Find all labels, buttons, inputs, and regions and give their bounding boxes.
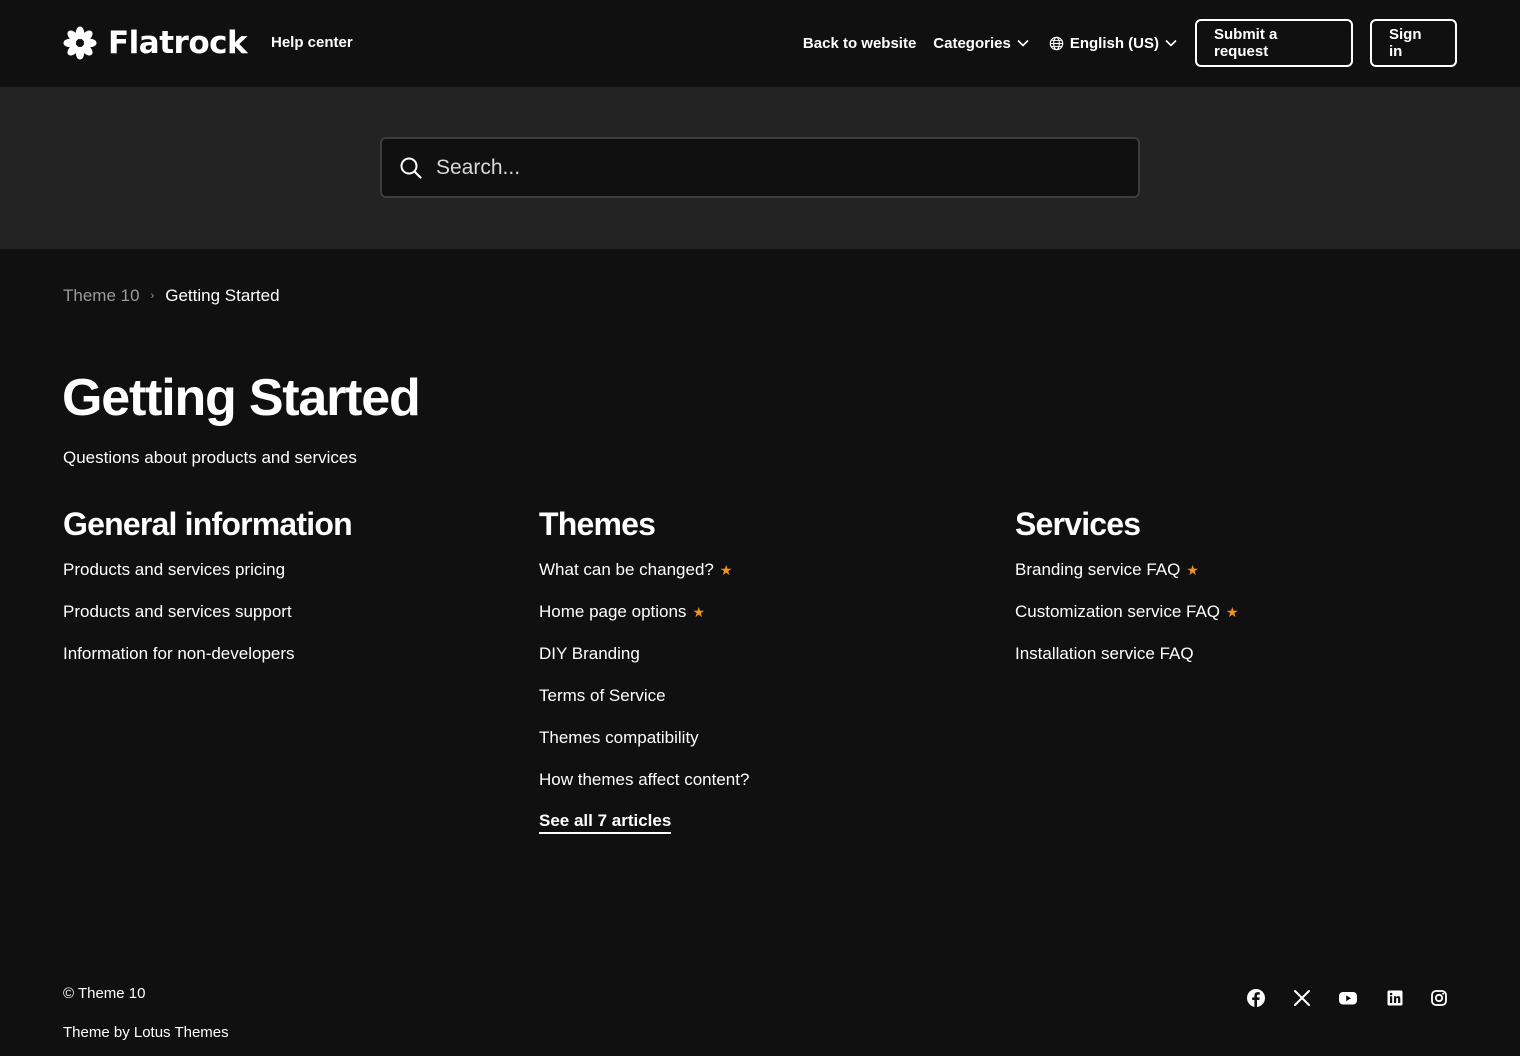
list-item: Terms of Service (539, 685, 979, 727)
section-title[interactable]: General information (63, 505, 503, 543)
theme-credit-link[interactable]: Theme by Lotus Themes (63, 1024, 229, 1041)
list-item: Information for non-developers (63, 643, 503, 685)
article-link[interactable]: Installation service FAQ (1015, 643, 1194, 665)
x-icon (1294, 990, 1310, 1006)
article-link[interactable]: How themes affect content? (539, 769, 749, 791)
chevron-down-icon (1165, 39, 1177, 47)
page-description: Questions about products and services (63, 448, 357, 467)
promoted-star-icon: ★ (1186, 562, 1199, 578)
article-link[interactable]: DIY Branding (539, 643, 640, 665)
copyright-text: © Theme 10 (63, 985, 146, 1002)
youtube-link[interactable] (1338, 988, 1358, 1008)
list-item: Themes compatibility (539, 727, 979, 769)
social-links (1246, 988, 1449, 1008)
header-nav: Back to website Categories English (US) … (803, 17, 1457, 69)
section-title[interactable]: Themes (539, 505, 979, 543)
section-title-link[interactable]: Themes (539, 506, 656, 542)
section-title-link[interactable]: Services (1015, 506, 1141, 542)
promoted-star-icon: ★ (692, 604, 705, 620)
article-list: What can be changed? ★ Home page options ★… (539, 559, 979, 853)
chevron-down-icon (1017, 39, 1029, 47)
list-item: How themes affect content? (539, 769, 979, 811)
article-list: Branding service FAQ ★ Customization serv… (1015, 559, 1455, 685)
search-icon (400, 157, 422, 179)
sign-in-button[interactable]: Sign in (1370, 19, 1457, 67)
article-link[interactable]: Information for non-developers (63, 643, 295, 665)
breadcrumb-separator-icon: › (150, 290, 155, 302)
list-item: Installation service FAQ (1015, 643, 1455, 685)
article-link[interactable]: Themes compatibility (539, 727, 699, 749)
list-item: Products and services pricing (63, 559, 503, 601)
list-item: See all 7 articles (539, 811, 979, 853)
list-item: DIY Branding (539, 643, 979, 685)
article-link[interactable]: Customization service FAQ (1015, 601, 1220, 623)
site-header: Flatrock Help center Back to website Cat… (0, 0, 1520, 87)
categories-label: Categories (933, 34, 1011, 52)
facebook-link[interactable] (1246, 988, 1266, 1008)
section-title[interactable]: Services (1015, 505, 1455, 543)
search-box[interactable] (380, 137, 1140, 198)
article-link[interactable]: Products and services pricing (63, 559, 285, 581)
section-title-link[interactable]: General information (63, 506, 353, 542)
help-center-link[interactable]: Help center (271, 34, 353, 51)
linkedin-link[interactable] (1385, 988, 1405, 1008)
linkedin-icon (1387, 990, 1403, 1006)
section-themes: Themes What can be changed? ★ Home page o… (539, 505, 979, 853)
list-item: Branding service FAQ ★ (1015, 559, 1455, 601)
flatrock-logo-icon (63, 26, 97, 60)
article-link[interactable]: Products and services support (63, 601, 292, 623)
list-item: Products and services support (63, 601, 503, 643)
facebook-icon (1247, 989, 1265, 1007)
list-item: Customization service FAQ ★ (1015, 601, 1455, 643)
search-band (0, 87, 1520, 249)
x-link[interactable] (1292, 988, 1312, 1008)
page-title: Getting Started (62, 369, 421, 427)
promoted-star-icon: ★ (719, 562, 733, 578)
promoted-star-icon: ★ (1226, 604, 1239, 620)
see-all-articles-link[interactable]: See all 7 articles (539, 811, 672, 834)
article-list: Products and services pricing Products a… (63, 559, 503, 685)
back-to-website-label: Back to website (802, 34, 917, 52)
breadcrumb-home-link[interactable]: Theme 10 (63, 286, 140, 306)
list-item: Home page options ★ (539, 601, 979, 643)
language-label: English (US) (1069, 34, 1159, 52)
section-services: Services Branding service FAQ ★ Customiza… (1015, 505, 1455, 685)
instagram-icon (1431, 990, 1447, 1006)
article-link[interactable]: Terms of Service (539, 685, 666, 707)
logo-link[interactable]: Flatrock (62, 24, 248, 62)
list-item: What can be changed? ★ (539, 559, 979, 601)
article-link[interactable]: What can be changed? (539, 559, 714, 581)
logo-wordmark: Flatrock (108, 25, 248, 61)
youtube-icon (1339, 992, 1357, 1005)
language-dropdown[interactable]: English (US) (1049, 35, 1177, 52)
breadcrumb-current-link[interactable]: Getting Started (165, 286, 279, 306)
breadcrumb: Theme 10 › Getting Started (63, 286, 280, 306)
article-link[interactable]: Branding service FAQ (1015, 559, 1180, 581)
article-link[interactable]: Home page options (539, 601, 686, 623)
globe-icon (1049, 36, 1064, 50)
back-to-website-link[interactable]: Back to website (803, 35, 916, 52)
instagram-link[interactable] (1429, 988, 1449, 1008)
section-general-information: General information Products and service… (63, 505, 503, 685)
search-input[interactable] (434, 154, 1118, 181)
categories-dropdown[interactable]: Categories (933, 35, 1029, 52)
submit-request-button[interactable]: Submit a request (1195, 19, 1353, 67)
